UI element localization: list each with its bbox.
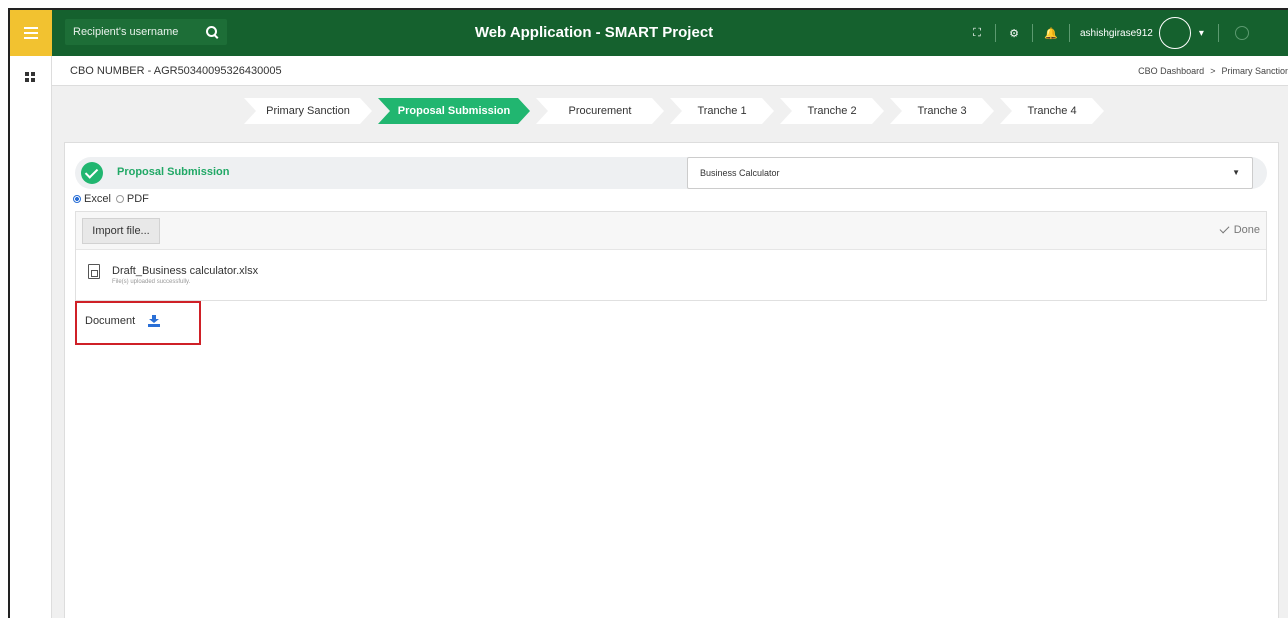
document-download-highlight: Document (75, 301, 201, 345)
step-primary-sanction[interactable]: Primary Sanction (244, 98, 372, 124)
document-type-select[interactable]: Business Calculator ▼ (687, 157, 1253, 189)
download-icon[interactable] (148, 315, 160, 327)
divider (1217, 24, 1219, 42)
select-value: Business Calculator (700, 168, 780, 178)
section-title: Proposal Submission (117, 166, 230, 178)
step-tranche-2[interactable]: Tranche 2 (780, 98, 884, 124)
hamburger-menu-icon[interactable] (10, 10, 52, 56)
upload-toolbar: Import file... Done (76, 212, 1266, 250)
left-sidebar (10, 56, 52, 618)
done-button[interactable]: Done (1219, 223, 1260, 236)
divider (1069, 24, 1070, 42)
radio-pdf-label: PDF (126, 193, 149, 205)
document-label: Document (85, 315, 136, 327)
import-file-button[interactable]: Import file... (82, 218, 160, 244)
app-window: Recipient's username Web Application - S… (8, 8, 1288, 618)
step-tranche-1[interactable]: Tranche 1 (670, 98, 774, 124)
format-radio-group: Excel PDF (73, 193, 149, 205)
top-bar: Recipient's username Web Application - S… (10, 10, 1288, 56)
uploaded-file-row: Draft_Business calculator.xlsx File(s) u… (76, 250, 1266, 300)
step-tranche-3[interactable]: Tranche 3 (890, 98, 994, 124)
main-content: Primary Sanction Proposal Submission Pro… (52, 86, 1288, 618)
file-name: Draft_Business calculator.xlsx (112, 265, 259, 277)
upload-status: File(s) uploaded successfully. (112, 279, 191, 285)
done-label: Done (1233, 224, 1260, 236)
step-tranche-4[interactable]: Tranche 4 (1000, 98, 1104, 124)
gear-icon[interactable]: ⚙ (1002, 27, 1026, 40)
search-input[interactable]: Recipient's username (65, 19, 227, 45)
avatar[interactable] (1158, 17, 1191, 49)
sub-header: CBO NUMBER - AGR50340095326430005 CBO Da… (52, 56, 1288, 86)
search-icon[interactable] (206, 25, 219, 39)
search-placeholder: Recipient's username (73, 26, 179, 38)
radio-pdf[interactable] (115, 195, 124, 203)
section-header: Proposal Submission Business Calculator … (75, 157, 1267, 189)
expand-icon[interactable]: ⛶ (965, 27, 989, 40)
apps-grid-icon[interactable] (25, 72, 35, 82)
user-name[interactable]: ashishgirase912 (1080, 28, 1153, 39)
proposal-panel: Proposal Submission Business Calculator … (64, 142, 1279, 618)
step-procurement[interactable]: Procurement (536, 98, 664, 124)
spreadsheet-file-icon (88, 264, 100, 279)
radio-excel-label: Excel (84, 193, 111, 205)
chevron-down-icon[interactable]: ▾ (1199, 28, 1204, 39)
breadcrumb-separator: > (1210, 66, 1216, 76)
progress-stepper: Primary Sanction Proposal Submission Pro… (52, 86, 1288, 134)
file-upload: Import file... Done Draft_Business calcu… (75, 211, 1267, 301)
breadcrumb-cbo-dashboard[interactable]: CBO Dashboard (1138, 66, 1204, 76)
divider (995, 24, 996, 42)
divider (1032, 24, 1033, 42)
breadcrumb: CBO Dashboard > Primary Sanction (1138, 66, 1288, 76)
check-circle-icon (81, 162, 103, 184)
header-actions: ⛶ ⚙ 🔔 ashishgirase912 ▾ (965, 10, 1249, 56)
radio-excel[interactable] (73, 195, 81, 203)
chevron-down-icon: ▼ (1232, 168, 1240, 177)
cbo-number: CBO NUMBER - AGR50340095326430005 (70, 65, 282, 77)
breadcrumb-primary-sanction: Primary Sanction (1221, 66, 1288, 76)
power-icon[interactable] (1234, 26, 1249, 40)
check-icon (1219, 223, 1230, 234)
bell-icon[interactable]: 🔔 (1039, 27, 1063, 40)
step-proposal-submission[interactable]: Proposal Submission (378, 98, 530, 124)
